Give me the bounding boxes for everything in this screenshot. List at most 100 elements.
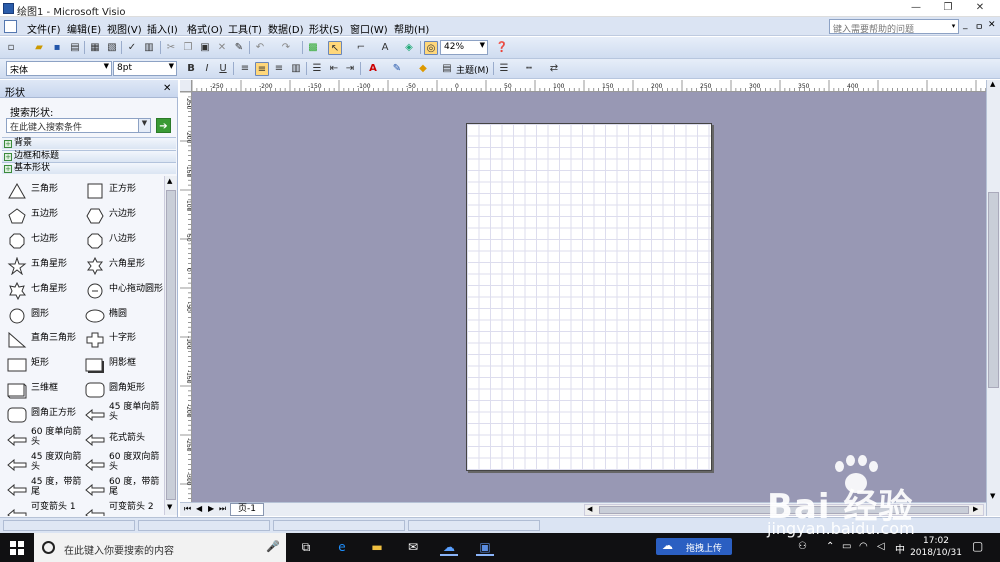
shape-item[interactable]: 直角三角形 <box>4 329 84 351</box>
shape-item[interactable]: 可变箭头 2 <box>82 502 162 516</box>
underline-button[interactable]: U <box>216 62 230 76</box>
doc-close-button[interactable]: ✕ <box>988 20 996 30</box>
shape-item[interactable]: 三维框 <box>4 379 84 401</box>
network-icon[interactable]: ◠ <box>859 541 868 552</box>
file-explorer-icon[interactable]: ▬ <box>368 539 386 556</box>
pan-zoom-icon[interactable]: ◎ <box>424 41 438 55</box>
visio-taskbar-icon[interactable]: ▣ <box>476 539 494 556</box>
open-icon[interactable]: ▰ <box>32 41 46 55</box>
undo-icon[interactable]: ↶ <box>253 41 267 55</box>
volume-icon[interactable]: ◁ <box>877 541 885 552</box>
delete-icon[interactable]: ✕ <box>215 41 229 55</box>
document-icon[interactable] <box>4 20 17 33</box>
canvas-vscroll-thumb[interactable] <box>988 192 999 388</box>
prev-page-icon[interactable]: ◀ <box>196 504 202 513</box>
doc-restore-button[interactable]: ㅁ <box>975 20 983 33</box>
drawing-page[interactable] <box>466 123 712 471</box>
decrease-indent-icon[interactable]: ⇤ <box>327 62 341 76</box>
shape-item[interactable]: 中心拖动圆形 <box>82 280 163 302</box>
font-color-icon[interactable]: A <box>366 62 380 76</box>
shape-item[interactable]: 60 度双向箭头 <box>82 452 162 476</box>
shape-item[interactable]: 正方形 <box>82 180 162 202</box>
text-tool-icon[interactable]: A <box>378 41 392 55</box>
shape-item[interactable]: 60 度，带箭尾 <box>82 477 162 501</box>
font-dropdown-arrow[interactable]: ▼ <box>104 62 109 70</box>
edge-icon[interactable]: e <box>333 539 351 556</box>
theme-button[interactable]: 主题(M) <box>456 63 489 76</box>
menu-file[interactable]: 文件(F) <box>27 21 61 36</box>
canvas-scroll-down[interactable]: ▼ <box>990 492 995 500</box>
last-page-icon[interactable]: ⏭ <box>219 504 226 514</box>
line-color-icon[interactable]: ✎ <box>390 62 404 76</box>
page-tab-1[interactable]: 页-1 <box>230 503 264 516</box>
cortana-icon[interactable] <box>42 541 55 554</box>
battery-icon[interactable]: ▭ <box>842 541 851 552</box>
paste-icon[interactable]: ▣ <box>198 41 212 55</box>
task-view-icon[interactable]: ⧉ <box>297 539 315 556</box>
help-question-input[interactable]: 键入需要帮助的问题 <box>829 19 959 35</box>
align-left-icon[interactable]: ≡ <box>238 62 252 76</box>
menu-format[interactable]: 格式(O) <box>187 21 223 36</box>
format-painter-icon[interactable]: ✎ <box>232 41 246 55</box>
system-clock[interactable]: 17:02 2018/10/31 <box>906 535 966 559</box>
research-icon[interactable]: ▥ <box>142 41 156 55</box>
notifications-icon[interactable]: ▢ <box>972 539 983 553</box>
menu-edit[interactable]: 编辑(E) <box>67 21 101 36</box>
font-size-dropdown[interactable]: 8pt ▼ <box>113 61 177 76</box>
align-right-icon[interactable]: ≡ <box>272 62 286 76</box>
hscroll-right-arrow[interactable]: ▶ <box>973 505 978 513</box>
shape-item[interactable]: 阴影框 <box>82 354 162 376</box>
shape-item[interactable]: 圆形 <box>4 305 84 327</box>
shapes-pane-close-icon[interactable]: ✕ <box>163 83 171 94</box>
menu-help[interactable]: 帮助(H) <box>394 21 429 36</box>
shape-item[interactable]: 圆角矩形 <box>82 379 162 401</box>
shape-item[interactable]: 八边形 <box>82 230 162 252</box>
shape-item[interactable]: 七角星形 <box>4 280 84 302</box>
search-go-button[interactable]: ➔ <box>156 118 171 133</box>
mail-icon[interactable]: ✉ <box>404 539 422 556</box>
shape-item[interactable]: 可变箭头 1 <box>4 502 84 516</box>
shape-item[interactable]: 十字形 <box>82 329 162 351</box>
shapes-window-icon[interactable]: ▩ <box>306 41 320 55</box>
taskbar-search-box[interactable]: 在此键入你要搜索的内容 🎤 <box>34 533 286 562</box>
stencil-borders-titles[interactable]: + 边框和标题 <box>2 150 176 162</box>
pointer-tool-icon[interactable]: ↖ <box>328 41 342 55</box>
stencil-background[interactable]: + 背景 <box>2 137 176 149</box>
tray-chevron-icon[interactable]: ⌃ <box>826 541 834 552</box>
help-dropdown-arrow[interactable]: ▾ <box>948 19 959 34</box>
print-preview-icon[interactable]: ▧ <box>105 41 119 55</box>
line-weight-icon[interactable]: ☰ <box>497 62 511 76</box>
microphone-icon[interactable]: 🎤 <box>266 540 280 553</box>
scroll-down-arrow[interactable]: ▼ <box>167 503 172 511</box>
theme-icon[interactable]: ▤ <box>440 62 454 76</box>
menu-tools[interactable]: 工具(T) <box>228 21 262 36</box>
stencil-basic-shapes[interactable]: + 基本形状 <box>2 162 176 174</box>
font-size-dropdown-arrow[interactable]: ▼ <box>169 62 174 70</box>
shape-item[interactable]: 矩形 <box>4 354 84 376</box>
shape-item[interactable]: 45 度单向箭头 <box>82 402 162 426</box>
shape-item[interactable]: 五角星形 <box>4 255 84 277</box>
next-page-icon[interactable]: ▶ <box>208 504 214 513</box>
canvas-scroll-up[interactable]: ▲ <box>990 80 995 88</box>
doc-minimize-button[interactable]: _ <box>963 20 968 30</box>
justify-icon[interactable]: ▥ <box>289 62 303 76</box>
save-icon[interactable]: ▪ <box>50 41 64 55</box>
restore-button[interactable]: ❐ <box>934 1 962 15</box>
connector-tool-icon[interactable]: ⌐ <box>354 41 368 55</box>
shape-item[interactable]: 七边形 <box>4 230 84 252</box>
line-pattern-icon[interactable]: ┅ <box>522 62 536 76</box>
shape-item[interactable]: 60 度单向箭头 <box>4 427 84 451</box>
canvas-horizontal-scrollbar[interactable]: ◀ ▶ <box>584 504 984 516</box>
canvas-vertical-scrollbar[interactable]: ▲ ▼ <box>986 80 1000 516</box>
italic-button[interactable]: I <box>200 62 214 76</box>
shapes-scroll-thumb[interactable] <box>166 190 176 500</box>
shape-item[interactable]: 45 度，带箭尾 <box>4 477 84 501</box>
print-icon[interactable]: ▦ <box>88 41 102 55</box>
menu-shape[interactable]: 形状(S) <box>309 21 343 36</box>
permission-icon[interactable]: ▤ <box>68 41 82 55</box>
zoom-dropdown[interactable]: 42% ▼ <box>440 40 488 55</box>
scroll-up-arrow[interactable]: ▲ <box>167 177 172 185</box>
shape-item[interactable]: 五边形 <box>4 205 84 227</box>
bold-button[interactable]: B <box>184 62 198 76</box>
shapes-scrollbar[interactable]: ▲ ▼ <box>164 176 177 515</box>
